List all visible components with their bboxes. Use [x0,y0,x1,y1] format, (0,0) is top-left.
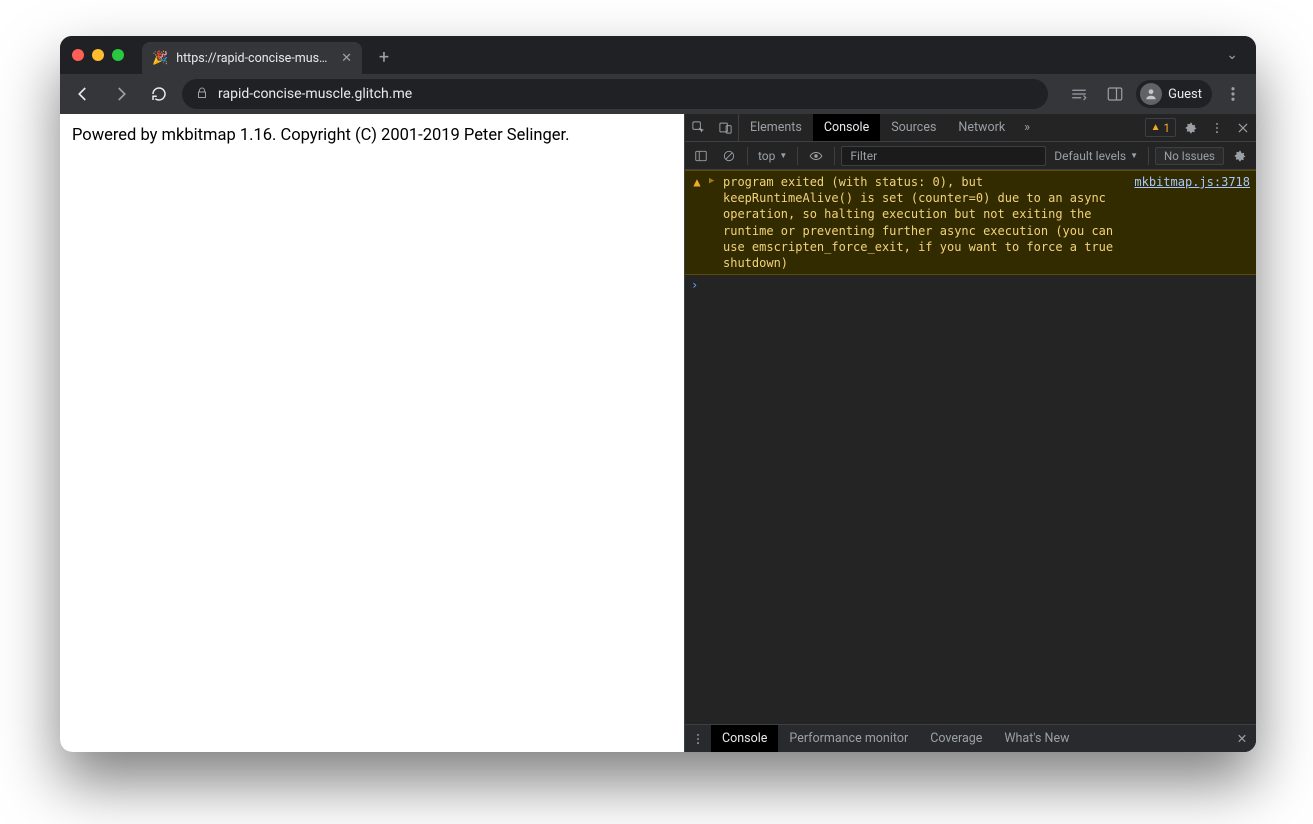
profile-button[interactable]: Guest [1136,80,1212,108]
drawer-tab-performance-monitor[interactable]: Performance monitor [778,725,919,752]
console-warning-row[interactable]: ▲ ▶ program exited (with status: 0), but… [685,170,1256,275]
warning-message: program exited (with status: 0), but kee… [723,174,1118,271]
console-output: ▲ ▶ program exited (with status: 0), but… [685,170,1256,724]
devtools-settings-icon[interactable] [1178,114,1204,141]
drawer-close-icon[interactable]: ✕ [1228,725,1256,752]
more-tabs-icon[interactable]: » [1016,114,1038,141]
issues-button[interactable]: No Issues [1155,147,1224,165]
address-bar[interactable]: rapid-concise-muscle.glitch.me [182,79,1048,109]
nav-forward-button[interactable] [106,79,136,109]
devtools-close-icon[interactable] [1230,114,1256,141]
drawer-tab-console[interactable]: Console [711,725,778,752]
tab-elements[interactable]: Elements [739,114,813,141]
drawer-tab-coverage[interactable]: Coverage [919,725,993,752]
window-close-button[interactable] [72,49,84,61]
lock-icon [196,87,208,102]
console-prompt[interactable]: › [685,275,1256,295]
drawer-tab-whats-new[interactable]: What's New [993,725,1080,752]
tab-network[interactable]: Network [947,114,1016,141]
side-panel-icon[interactable] [1100,79,1130,109]
chevron-down-icon: ▼ [779,151,787,160]
filter-placeholder: Filter [850,149,877,163]
tab-search-chevron-icon[interactable]: ⌄ [1226,47,1238,63]
inspect-element-icon[interactable] [685,114,712,141]
drawer-menu-icon[interactable] [685,725,711,752]
browser-menu-icon[interactable] [1218,79,1248,109]
toolbar-right: Guest [1056,79,1248,109]
window-controls [72,49,134,61]
new-tab-button[interactable]: + [370,43,398,71]
devtools-panel: Elements Console Sources Network » ▲ 1 [684,114,1256,752]
expand-log-icon[interactable]: ▶ [709,174,717,186]
browser-tab[interactable]: 🎉 https://rapid-concise-muscle.g ✕ [142,42,362,74]
page-body-text: Powered by mkbitmap 1.16. Copyright (C) … [72,126,672,145]
log-source-link[interactable]: mkbitmap.js:3718 [1124,174,1250,189]
nav-back-button[interactable] [68,79,98,109]
devtools-menu-icon[interactable] [1204,114,1230,141]
log-levels-label: Default levels [1054,149,1126,163]
chevron-down-icon: ▼ [1130,151,1138,160]
console-settings-icon[interactable] [1228,149,1252,163]
nav-reload-button[interactable] [144,79,174,109]
prompt-caret-icon: › [691,278,698,292]
browser-window: 🎉 https://rapid-concise-muscle.g ✕ + ⌄ r… [60,36,1256,752]
console-filterbar: top ▼ Filter Default levels ▼ No Issues [685,142,1256,170]
tab-console[interactable]: Console [813,114,880,141]
tab-title: https://rapid-concise-muscle.g [176,51,333,66]
devtools-drawer: Console Performance monitor Coverage Wha… [685,724,1256,752]
tab-sources[interactable]: Sources [880,114,947,141]
tab-favicon-icon: 🎉 [152,51,168,66]
live-expression-icon[interactable] [804,149,828,163]
warning-triangle-icon: ▲ [1151,122,1161,133]
page-content: Powered by mkbitmap 1.16. Copyright (C) … [60,114,684,752]
content-area: Powered by mkbitmap 1.16. Copyright (C) … [60,114,1256,752]
warnings-badge[interactable]: ▲ 1 [1145,118,1176,137]
execution-context-select[interactable]: top ▼ [754,149,791,163]
profile-label: Guest [1168,87,1202,102]
browser-toolbar: rapid-concise-muscle.glitch.me Guest [60,74,1256,114]
media-control-icon[interactable] [1064,79,1094,109]
warning-icon: ▲ [691,174,703,189]
console-sidebar-toggle-icon[interactable] [689,149,713,163]
clear-console-icon[interactable] [717,149,741,163]
window-minimize-button[interactable] [92,49,104,61]
url-text: rapid-concise-muscle.glitch.me [218,86,1034,102]
devtools-tabbar: Elements Console Sources Network » ▲ 1 [685,114,1256,142]
execution-context-label: top [758,149,775,163]
window-maximize-button[interactable] [112,49,124,61]
console-filter-input[interactable]: Filter [841,146,1046,166]
warning-count: 1 [1164,121,1170,135]
tab-close-icon[interactable]: ✕ [341,51,352,66]
log-levels-select[interactable]: Default levels ▼ [1050,149,1142,163]
device-toolbar-icon[interactable] [712,114,739,141]
avatar-icon [1140,83,1162,105]
window-titlebar: 🎉 https://rapid-concise-muscle.g ✕ + ⌄ [60,36,1256,74]
